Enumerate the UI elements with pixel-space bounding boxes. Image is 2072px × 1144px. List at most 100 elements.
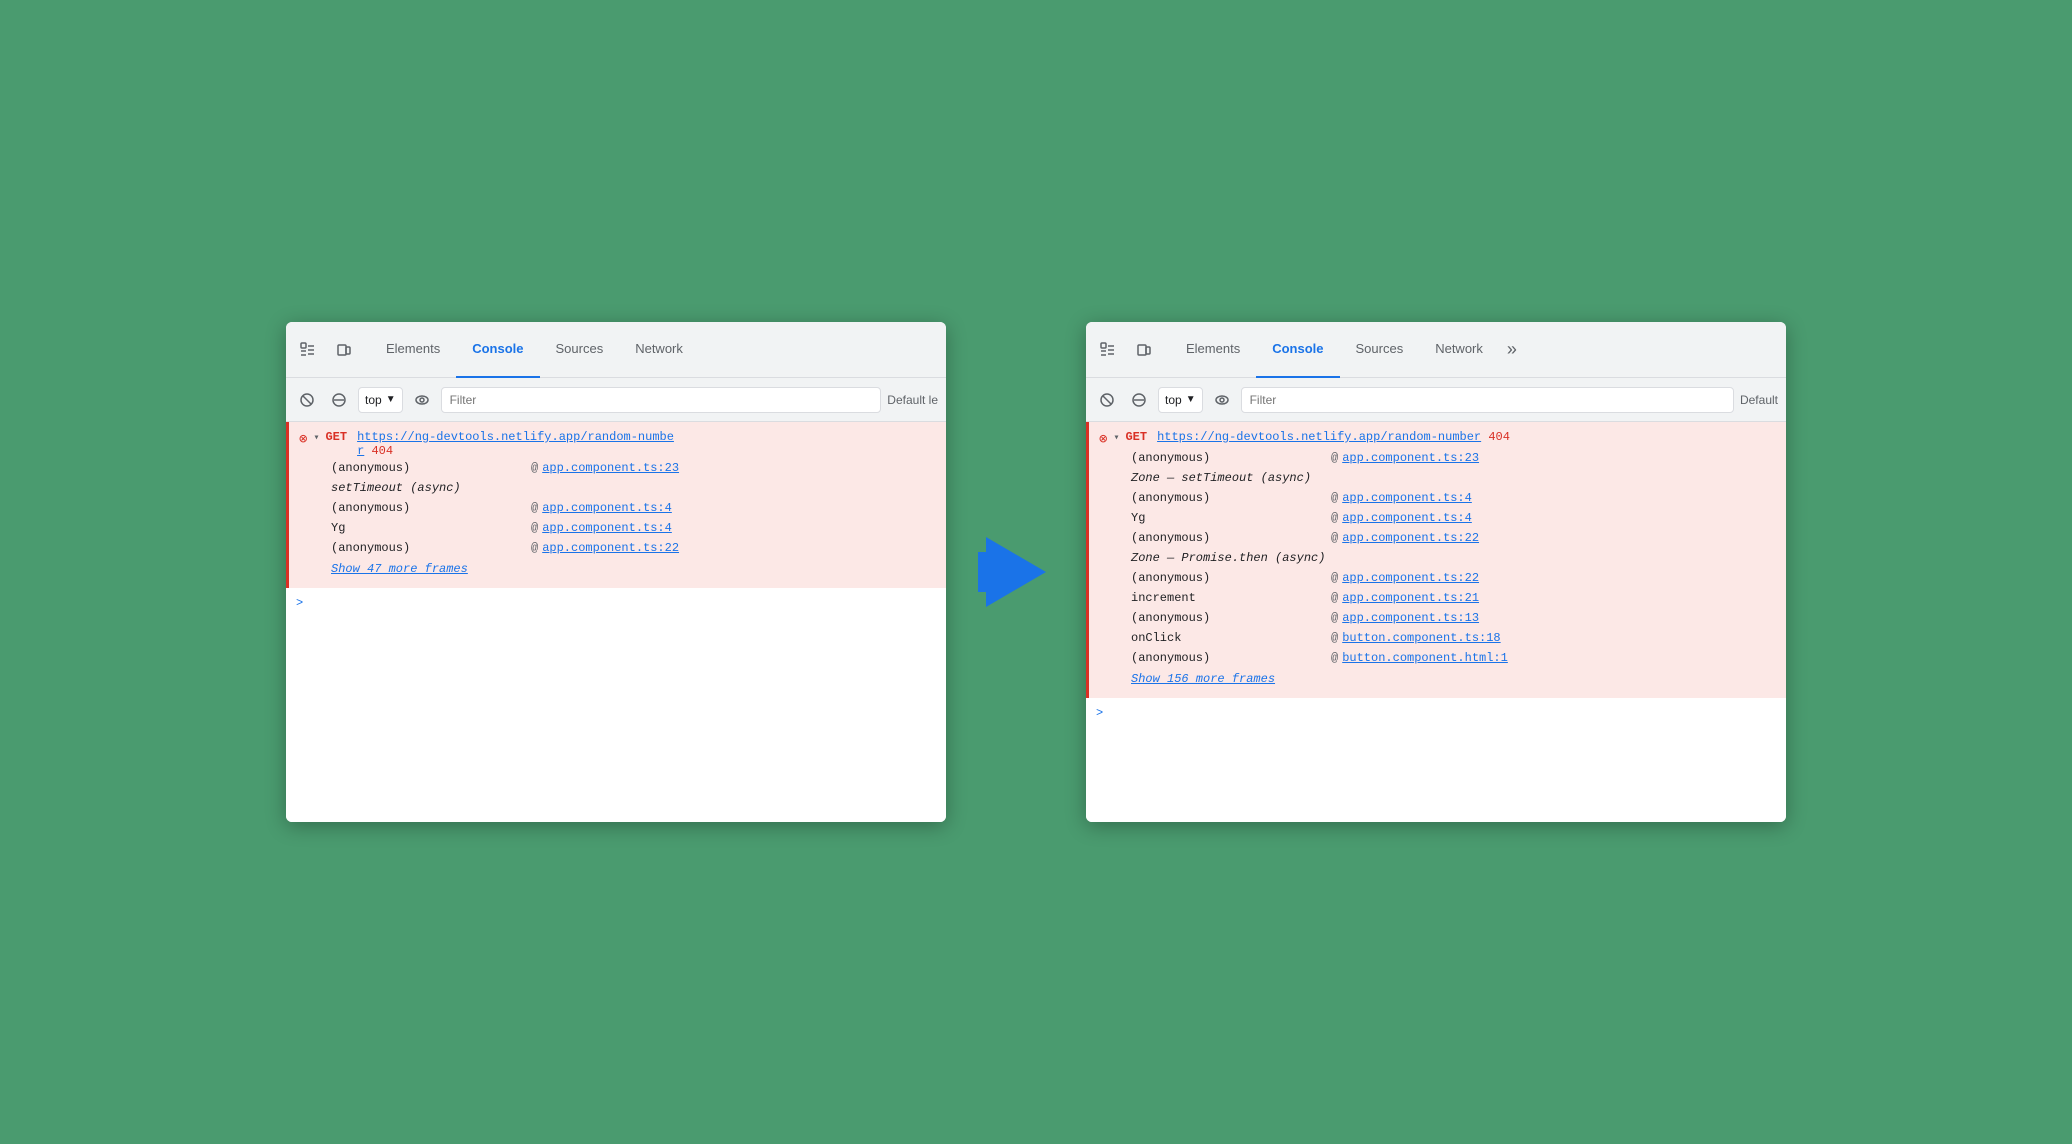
left-tab-network[interactable]: Network bbox=[619, 322, 699, 378]
left-tab-sources[interactable]: Sources bbox=[540, 322, 620, 378]
right-frame-name-9: (anonymous) bbox=[1131, 651, 1331, 665]
left-top-selector[interactable]: top ▼ bbox=[358, 387, 403, 413]
right-top-label: top bbox=[1165, 393, 1182, 407]
right-frame-name-7: (anonymous) bbox=[1131, 611, 1331, 625]
right-at-8: @ bbox=[1331, 631, 1338, 645]
right-frame-link-7[interactable]: app.component.ts:13 bbox=[1342, 611, 1479, 625]
left-frame-name-4: (anonymous) bbox=[331, 541, 531, 555]
right-clear-btn[interactable] bbox=[1094, 387, 1120, 413]
right-more-tabs-icon[interactable]: » bbox=[1499, 339, 1525, 360]
right-frame-name-2: (anonymous) bbox=[1131, 491, 1331, 505]
right-error-entry: ⊗ ▾ GET https://ng-devtools.netlify.app/… bbox=[1086, 422, 1786, 698]
left-frame-1: (anonymous) @ app.component.ts:23 bbox=[299, 458, 936, 478]
left-error-icon: ⊗ bbox=[299, 431, 307, 448]
left-error-entry: ⊗ ▾ GET https://ng-devtools.netlify.app/… bbox=[286, 422, 946, 588]
left-tab-console[interactable]: Console bbox=[456, 322, 539, 378]
left-get-label: GET bbox=[325, 430, 347, 444]
left-eye-btn[interactable] bbox=[409, 387, 435, 413]
left-at-2: @ bbox=[531, 501, 538, 515]
right-frame-3: Yg @ app.component.ts:4 bbox=[1099, 508, 1776, 528]
right-frame-name-6: increment bbox=[1131, 591, 1331, 605]
right-at-5: @ bbox=[1331, 571, 1338, 585]
left-clear-btn[interactable] bbox=[294, 387, 320, 413]
left-triangle-icon: ▾ bbox=[313, 432, 319, 444]
left-devtools-panel: Elements Console Sources Network top ▼ bbox=[286, 322, 946, 822]
right-console-prompt: > bbox=[1086, 698, 1786, 728]
right-top-selector[interactable]: top ▼ bbox=[1158, 387, 1203, 413]
right-frame-link-9[interactable]: button.component.html:1 bbox=[1342, 651, 1508, 665]
left-frame-link-4[interactable]: app.component.ts:22 bbox=[542, 541, 679, 555]
left-error-url[interactable]: https://ng-devtools.netlify.app/random-n… bbox=[357, 430, 674, 458]
left-frame-name-1: (anonymous) bbox=[331, 461, 531, 475]
right-frame-name-5: (anonymous) bbox=[1131, 571, 1331, 585]
left-tab-bar-icons bbox=[294, 336, 358, 364]
right-tab-elements[interactable]: Elements bbox=[1170, 322, 1256, 378]
right-error-url[interactable]: https://ng-devtools.netlify.app/random-n… bbox=[1157, 430, 1481, 444]
right-at-7: @ bbox=[1331, 611, 1338, 625]
right-error-header: ⊗ ▾ GET https://ng-devtools.netlify.app/… bbox=[1099, 430, 1776, 448]
right-frame-4: (anonymous) @ app.component.ts:22 bbox=[1099, 528, 1776, 548]
right-frame-link-3[interactable]: app.component.ts:4 bbox=[1342, 511, 1472, 525]
right-frame-6: increment @ app.component.ts:21 bbox=[1099, 588, 1776, 608]
right-frame-9: (anonymous) @ button.component.html:1 bbox=[1099, 648, 1776, 668]
left-frame-name-3: Yg bbox=[331, 521, 531, 535]
right-error-code: 404 bbox=[1488, 430, 1510, 444]
right-at-9: @ bbox=[1331, 651, 1338, 665]
direction-arrow bbox=[986, 537, 1046, 607]
right-tab-sources[interactable]: Sources bbox=[1340, 322, 1420, 378]
left-device-icon[interactable] bbox=[330, 336, 358, 364]
right-tab-network[interactable]: Network bbox=[1419, 322, 1499, 378]
left-filter-input[interactable] bbox=[441, 387, 882, 413]
right-eye-btn[interactable] bbox=[1209, 387, 1235, 413]
left-frame-link-3[interactable]: app.component.ts:4 bbox=[542, 521, 672, 535]
arrow-icon bbox=[986, 537, 1046, 607]
right-frame-8: onClick @ button.component.ts:18 bbox=[1099, 628, 1776, 648]
left-prompt-arrow-icon: > bbox=[296, 596, 303, 610]
left-toolbar: top ▼ Default le bbox=[286, 378, 946, 422]
right-frame-name-8: onClick bbox=[1131, 631, 1331, 645]
right-frame-5: (anonymous) @ app.component.ts:22 bbox=[1099, 568, 1776, 588]
right-device-icon[interactable] bbox=[1130, 336, 1158, 364]
right-frame-link-1[interactable]: app.component.ts:23 bbox=[1342, 451, 1479, 465]
right-devtools-panel: Elements Console Sources Network » top ▼ bbox=[1086, 322, 1786, 822]
right-tab-console[interactable]: Console bbox=[1256, 322, 1339, 378]
right-inspect-icon[interactable] bbox=[1094, 336, 1122, 364]
right-toolbar: top ▼ Default bbox=[1086, 378, 1786, 422]
left-console-content: ⊗ ▾ GET https://ng-devtools.netlify.app/… bbox=[286, 422, 946, 822]
left-tab-elements[interactable]: Elements bbox=[370, 322, 456, 378]
left-top-label: top bbox=[365, 393, 382, 407]
right-at-4: @ bbox=[1331, 531, 1338, 545]
right-show-more[interactable]: Show 156 more frames bbox=[1099, 668, 1776, 690]
right-frame-link-2[interactable]: app.component.ts:4 bbox=[1342, 491, 1472, 505]
right-frame-link-8[interactable]: button.component.ts:18 bbox=[1342, 631, 1500, 645]
left-tab-bar: Elements Console Sources Network bbox=[286, 322, 946, 378]
right-frame-link-4[interactable]: app.component.ts:22 bbox=[1342, 531, 1479, 545]
left-frame-link-1[interactable]: app.component.ts:23 bbox=[542, 461, 679, 475]
left-frame-name-2: (anonymous) bbox=[331, 501, 531, 515]
left-at-1: @ bbox=[531, 461, 538, 475]
right-at-1: @ bbox=[1331, 451, 1338, 465]
left-error-code: 404 bbox=[371, 444, 393, 458]
right-get-label: GET bbox=[1125, 430, 1147, 444]
right-frame-name-3: Yg bbox=[1131, 511, 1331, 525]
right-frame-name-1: (anonymous) bbox=[1131, 451, 1331, 465]
right-frame-1: (anonymous) @ app.component.ts:23 bbox=[1099, 448, 1776, 468]
left-show-more[interactable]: Show 47 more frames bbox=[299, 558, 936, 580]
right-error-icon: ⊗ bbox=[1099, 431, 1107, 448]
right-frame-link-6[interactable]: app.component.ts:21 bbox=[1342, 591, 1479, 605]
left-frame-link-2[interactable]: app.component.ts:4 bbox=[542, 501, 672, 515]
left-error-header: ⊗ ▾ GET https://ng-devtools.netlify.app/… bbox=[299, 430, 936, 458]
right-frame-2: (anonymous) @ app.component.ts:4 bbox=[1099, 488, 1776, 508]
right-filter-input[interactable] bbox=[1241, 387, 1734, 413]
left-at-4: @ bbox=[531, 541, 538, 555]
right-block-btn[interactable] bbox=[1126, 387, 1152, 413]
right-console-content: ⊗ ▾ GET https://ng-devtools.netlify.app/… bbox=[1086, 422, 1786, 822]
right-frame-link-5[interactable]: app.component.ts:22 bbox=[1342, 571, 1479, 585]
right-triangle-icon: ▾ bbox=[1113, 432, 1119, 444]
left-block-btn[interactable] bbox=[326, 387, 352, 413]
left-inspect-icon[interactable] bbox=[294, 336, 322, 364]
left-async-1: setTimeout (async) bbox=[299, 478, 936, 498]
right-tab-bar: Elements Console Sources Network » bbox=[1086, 322, 1786, 378]
right-default-levels: Default bbox=[1740, 393, 1778, 407]
left-at-3: @ bbox=[531, 521, 538, 535]
